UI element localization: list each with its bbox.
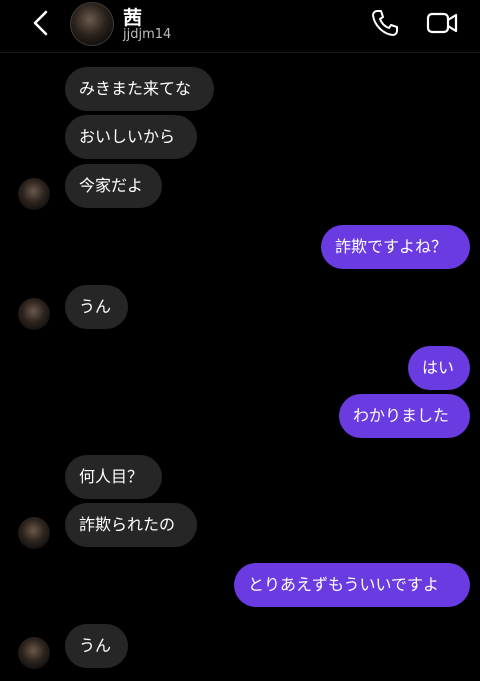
contact-name[interactable]: 茜 <box>123 3 142 30</box>
sender-avatar[interactable] <box>18 517 50 549</box>
incoming-message[interactable]: 今家だよ <box>65 164 162 208</box>
incoming-message[interactable]: 何人目？ <box>65 455 162 499</box>
sender-avatar[interactable] <box>18 178 50 210</box>
sender-avatar[interactable] <box>18 637 50 669</box>
chevron-left-icon[interactable] <box>28 8 56 38</box>
video-camera-icon[interactable] <box>426 9 458 37</box>
incoming-message[interactable]: うん <box>65 285 128 329</box>
incoming-message[interactable]: おいしいから <box>65 115 197 159</box>
phone-icon[interactable] <box>370 8 400 38</box>
chat-header: 茜 jjdjm14 <box>0 0 480 53</box>
contact-handle: jjdjm14 <box>123 27 172 42</box>
incoming-message[interactable]: うん <box>65 624 128 668</box>
incoming-message[interactable]: みきまた来てな <box>65 67 214 111</box>
incoming-message[interactable]: 詐欺られたの <box>65 503 197 547</box>
outgoing-message[interactable]: わかりました <box>339 394 470 438</box>
contact-avatar[interactable] <box>70 2 114 46</box>
outgoing-message[interactable]: はい <box>408 346 470 390</box>
sender-avatar[interactable] <box>18 298 50 330</box>
outgoing-message[interactable]: とりあえずもういいですよ <box>234 563 470 607</box>
outgoing-message[interactable]: 詐欺ですよね？ <box>321 225 470 269</box>
